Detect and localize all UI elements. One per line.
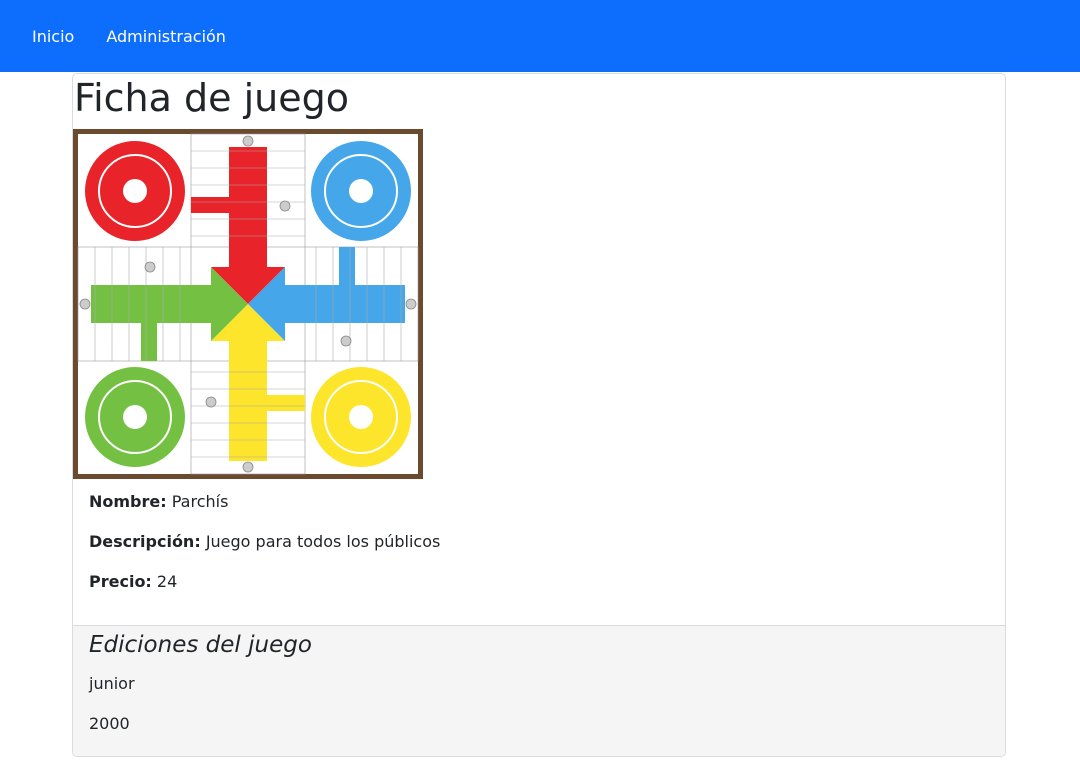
game-name-row: Nombre: Parchís bbox=[89, 492, 228, 511]
game-description-label: Descripción: bbox=[89, 532, 201, 551]
edition-item: 2000 bbox=[89, 714, 130, 733]
game-name-value: Parchís bbox=[171, 492, 229, 511]
game-price-label: Precio: bbox=[89, 572, 152, 591]
page-title: Ficha de juego bbox=[74, 76, 349, 120]
editions-footer: Ediciones del juego junior 2000 bbox=[73, 625, 1005, 756]
game-price-row: Precio: 24 bbox=[89, 572, 177, 591]
game-description-row: Descripción: Juego para todos los públic… bbox=[89, 532, 440, 551]
game-description-value: Juego para todos los públicos bbox=[205, 532, 441, 551]
game-price-value: 24 bbox=[156, 572, 178, 591]
game-card: Ficha de juego Nombre: Parchís Descripci… bbox=[72, 73, 1006, 757]
game-name-label: Nombre: bbox=[89, 492, 167, 511]
editions-heading: Ediciones del juego bbox=[89, 632, 312, 658]
parchis-board-image bbox=[73, 129, 423, 479]
edition-item: junior bbox=[89, 674, 135, 693]
board-svg bbox=[73, 129, 423, 479]
navbar: Inicio Administración bbox=[0, 0, 1080, 72]
nav-link-inicio[interactable]: Inicio bbox=[32, 27, 74, 46]
nav-link-administracion[interactable]: Administración bbox=[106, 27, 226, 46]
